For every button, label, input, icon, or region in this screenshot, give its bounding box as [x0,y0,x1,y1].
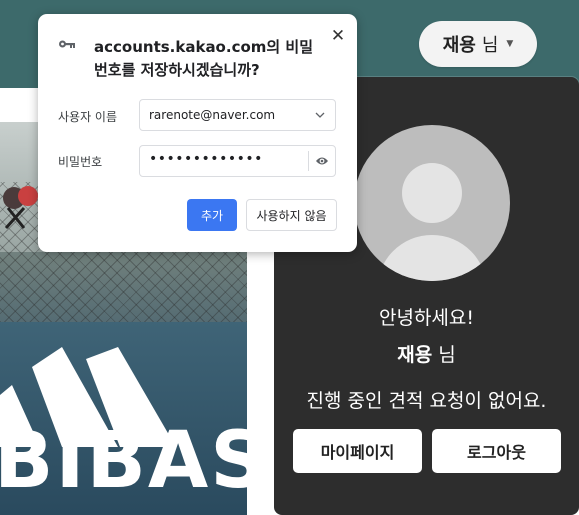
mypage-button[interactable]: 마이페이지 [293,429,422,473]
username-line: 재용 님 [274,340,579,367]
save-password-dialog: accounts.kakao.com의 비밀 번호를 저장하시겠습니까? ✕ 사… [38,14,357,252]
brand-logo-text: BIBAS [0,416,247,506]
eye-icon[interactable] [315,155,329,167]
key-icon [59,40,75,48]
quote-status-text: 진행 중인 견적 요청이 없어요. [306,390,547,412]
user-name: 재용 [442,35,476,56]
password-field[interactable]: ••••••••••••• [139,145,336,177]
password-label: 비밀번호 [58,155,103,169]
chevron-down-icon [315,112,325,118]
username-label: 사용자 이름 [58,110,118,124]
user-suffix: 님 [481,35,499,56]
chevron-down-icon: ▼ [506,39,514,49]
never-button[interactable]: 사용하지 않음 [246,199,337,231]
add-button[interactable]: 추가 [187,199,237,231]
panel-username-suffix: 님 [438,344,456,366]
avatar [354,125,510,281]
username-value: rarenote@naver.com [149,108,276,122]
dialog-title: accounts.kakao.com의 비밀 번호를 저장하시겠습니까? [94,38,314,79]
greeting-text: 안녕하세요! [378,307,475,329]
password-value: ••••••••••••• [149,151,263,167]
logout-button[interactable]: 로그아웃 [432,429,561,473]
close-icon[interactable]: ✕ [328,26,348,46]
user-menu-button[interactable]: 재용 님 ▼ [419,21,537,67]
username-select[interactable]: rarenote@naver.com [139,99,336,131]
panel-username: 재용 [397,344,433,366]
